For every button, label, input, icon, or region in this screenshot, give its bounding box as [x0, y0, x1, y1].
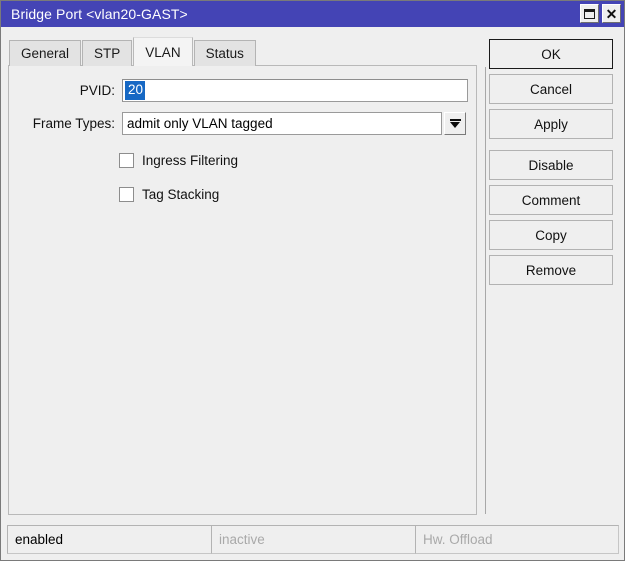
title-bar[interactable]: Bridge Port <vlan20-GAST> ✕ — [1, 1, 624, 27]
close-icon: ✕ — [605, 5, 618, 22]
status-enabled: enabled — [7, 525, 212, 554]
copy-button[interactable]: Copy — [489, 220, 613, 250]
ingress-filtering-row[interactable]: Ingress Filtering — [119, 153, 238, 168]
bridge-port-dialog: Bridge Port <vlan20-GAST> ✕ General STP … — [0, 0, 625, 561]
tag-stacking-label: Tag Stacking — [142, 187, 220, 202]
comment-button-label: Comment — [521, 192, 581, 208]
status-hw-offload: Hw. Offload — [415, 525, 619, 554]
disable-button-label: Disable — [528, 157, 574, 173]
ingress-filtering-label: Ingress Filtering — [142, 153, 239, 168]
frame-types-row: Frame Types: admit only VLAN tagged — [9, 112, 466, 135]
action-buttons: OK Cancel Apply Disable Comment Copy Rem… — [489, 39, 613, 290]
comment-button[interactable]: Comment — [489, 185, 613, 215]
copy-button-label: Copy — [535, 227, 567, 243]
status-inactive: inactive — [211, 525, 416, 554]
cancel-button[interactable]: Cancel — [489, 74, 613, 104]
tab-stp[interactable]: STP — [82, 40, 133, 66]
tab-general-label: General — [21, 46, 70, 61]
restore-button[interactable] — [580, 4, 599, 23]
vlan-tab-panel: PVID: 20 Frame Types: admit only VLAN ta… — [8, 65, 477, 515]
status-bar: enabled inactive Hw. Offload — [7, 525, 620, 554]
close-button[interactable]: ✕ — [602, 4, 621, 23]
window-controls: ✕ — [580, 4, 621, 23]
frame-types-dropdown-button[interactable] — [444, 112, 466, 135]
tag-stacking-row[interactable]: Tag Stacking — [119, 187, 219, 202]
disable-button[interactable]: Disable — [489, 150, 613, 180]
tab-general[interactable]: General — [9, 40, 82, 66]
frame-types-value[interactable]: admit only VLAN tagged — [122, 112, 442, 135]
pvid-input[interactable]: 20 — [122, 79, 468, 102]
ok-button-label: OK — [541, 46, 561, 62]
apply-button-label: Apply — [534, 116, 568, 132]
tab-status[interactable]: Status — [193, 40, 256, 66]
ok-button[interactable]: OK — [489, 39, 613, 69]
ingress-filtering-checkbox[interactable] — [119, 153, 134, 168]
remove-button[interactable]: Remove — [489, 255, 613, 285]
pvid-value: 20 — [125, 81, 146, 100]
remove-button-label: Remove — [525, 262, 577, 278]
frame-types-label: Frame Types: — [32, 116, 115, 131]
tab-strip: General STP VLAN Status — [9, 37, 257, 66]
tab-status-label: Status — [205, 46, 244, 61]
apply-button[interactable]: Apply — [489, 109, 613, 139]
frame-types-combo[interactable]: admit only VLAN tagged — [122, 112, 466, 135]
tab-vlan-label: VLAN — [145, 44, 181, 60]
cancel-button-label: Cancel — [529, 81, 573, 97]
pvid-label: PVID: — [79, 83, 115, 98]
panel-separator — [485, 67, 486, 514]
pvid-row: PVID: 20 — [9, 79, 468, 102]
tab-vlan[interactable]: VLAN — [133, 37, 193, 66]
window-title: Bridge Port <vlan20-GAST> — [11, 6, 188, 22]
tag-stacking-checkbox[interactable] — [119, 187, 134, 202]
chevron-down-icon — [449, 119, 461, 128]
restore-icon — [584, 8, 595, 19]
tab-stp-label: STP — [94, 46, 121, 61]
